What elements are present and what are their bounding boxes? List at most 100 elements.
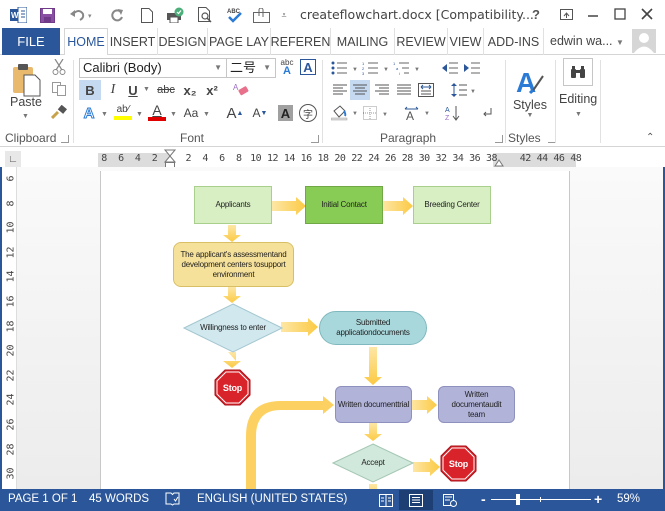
- new-document-icon[interactable]: [137, 5, 157, 25]
- paste-dropdown-icon[interactable]: ▼: [22, 113, 29, 120]
- styles-button[interactable]: A Styles ▼: [510, 58, 550, 126]
- shading-button[interactable]: ▼: [330, 103, 360, 123]
- avatar[interactable]: [632, 29, 656, 53]
- print-preview-icon[interactable]: [195, 5, 215, 25]
- font-name-combobox[interactable]: Calibri (Body) ▼: [79, 58, 227, 78]
- right-indent-marker[interactable]: [494, 157, 504, 167]
- find-button[interactable]: [563, 58, 593, 86]
- word-logo-icon[interactable]: W: [8, 5, 28, 25]
- distributed-button[interactable]: [416, 80, 436, 100]
- text-effects-box-button[interactable]: A: [300, 59, 316, 75]
- justify-button[interactable]: [394, 80, 414, 100]
- sort-button[interactable]: AZ: [443, 103, 463, 123]
- maximize-button[interactable]: [607, 3, 633, 25]
- tab-references[interactable]: REFEREN: [271, 28, 331, 55]
- redo-icon[interactable]: [107, 5, 127, 25]
- text-effects-dropdown-icon[interactable]: ▼: [101, 111, 108, 118]
- numbering-button[interactable]: 1 2 3 ▼: [361, 58, 391, 78]
- editing-label[interactable]: Editing: [559, 92, 597, 106]
- font-color-button[interactable]: A: [146, 101, 168, 123]
- proofing-icon[interactable]: [165, 492, 180, 509]
- node-submitted[interactable]: Submitted applicationdocuments: [319, 311, 427, 345]
- borders-button[interactable]: ▼: [362, 103, 392, 123]
- print-layout-button[interactable]: [399, 490, 433, 510]
- collapse-ribbon-icon[interactable]: ⌃: [646, 132, 654, 143]
- user-account[interactable]: edwin wa... ▼: [550, 34, 624, 48]
- tab-page-layout[interactable]: PAGE LAY: [208, 28, 271, 55]
- change-case-dropdown-icon[interactable]: ▼: [203, 111, 210, 118]
- text-direction-button[interactable]: A ▼: [403, 103, 433, 123]
- clear-formatting-button[interactable]: A: [231, 80, 251, 100]
- subscript-button[interactable]: x₂: [180, 80, 200, 100]
- vertical-ruler[interactable]: 6 8 10 12 14 16 18 20 22 24 26 28 30: [5, 167, 17, 489]
- zoom-in-button[interactable]: +: [594, 491, 602, 507]
- editing-dropdown-icon[interactable]: ▼: [575, 111, 582, 118]
- character-shading-button[interactable]: A: [278, 105, 293, 121]
- tab-mailings[interactable]: MAILING: [331, 28, 395, 55]
- attach-icon[interactable]: [252, 5, 272, 25]
- paste-button[interactable]: [9, 60, 45, 100]
- language[interactable]: ENGLISH (UNITED STATES): [197, 493, 347, 505]
- customize-qat-icon[interactable]: ⩡: [278, 5, 290, 25]
- ribbon-display-options-button[interactable]: [553, 3, 579, 25]
- zoom-slider-thumb[interactable]: [516, 494, 521, 505]
- tab-design[interactable]: DESIGN: [158, 28, 208, 55]
- tab-home[interactable]: HOME: [64, 28, 108, 56]
- decrease-indent-button[interactable]: [440, 58, 460, 78]
- node-initial-contact[interactable]: Initial Contact: [305, 186, 383, 224]
- node-written-trial[interactable]: Written documenttrial: [335, 386, 412, 423]
- zoom-out-button[interactable]: -: [481, 491, 486, 507]
- cut-button[interactable]: [50, 58, 68, 76]
- underline-button[interactable]: U: [124, 80, 142, 100]
- format-painter-button[interactable]: [50, 103, 68, 121]
- save-icon[interactable]: [37, 5, 57, 25]
- read-mode-button[interactable]: [369, 490, 403, 510]
- tab-file[interactable]: FILE: [2, 28, 60, 55]
- zoom-level[interactable]: 59%: [617, 493, 640, 505]
- superscript-button[interactable]: x²: [202, 80, 222, 100]
- document-area[interactable]: Applicants Initial Contact Breeding Cent…: [17, 167, 663, 501]
- copy-button[interactable]: [50, 80, 68, 98]
- node-stop-1[interactable]: Stop: [214, 369, 251, 406]
- underline-dropdown-icon[interactable]: ▼: [143, 86, 150, 93]
- align-center-button[interactable]: [350, 80, 370, 100]
- font-color-dropdown-icon[interactable]: ▼: [170, 111, 177, 118]
- node-written-audit[interactable]: Written documentaudit team: [438, 386, 515, 423]
- align-left-button[interactable]: [330, 80, 350, 100]
- help-button[interactable]: ?: [523, 3, 549, 25]
- highlight-color-button[interactable]: ab⁄: [112, 101, 134, 123]
- node-willingness[interactable]: Willingness to enter: [183, 303, 283, 353]
- bold-button[interactable]: B: [79, 80, 101, 100]
- page-count[interactable]: PAGE 1 OF 1: [8, 493, 77, 505]
- document-page[interactable]: Applicants Initial Contact Breeding Cent…: [100, 171, 570, 501]
- line-spacing-button[interactable]: ▼: [450, 80, 478, 100]
- increase-indent-button[interactable]: [462, 58, 482, 78]
- tab-selector[interactable]: ∟: [5, 151, 21, 167]
- clear-formatting-styles-button[interactable]: abc A: [279, 58, 295, 77]
- quick-print-icon[interactable]: [165, 5, 185, 25]
- clipboard-launcher[interactable]: [61, 135, 69, 143]
- tab-review[interactable]: REVIEW: [395, 28, 448, 55]
- align-right-button[interactable]: [372, 80, 392, 100]
- font-size-combobox[interactable]: 二号 ▼: [226, 58, 276, 78]
- bullets-button[interactable]: ▼: [330, 58, 360, 78]
- font-launcher[interactable]: [311, 135, 319, 143]
- multilevel-list-button[interactable]: 1 a i ▼: [392, 58, 422, 78]
- change-case-button[interactable]: Aa: [181, 103, 201, 123]
- tab-add-ins[interactable]: ADD-INS: [484, 28, 544, 55]
- italic-button[interactable]: I: [103, 80, 123, 100]
- node-applicants[interactable]: Applicants: [194, 186, 272, 224]
- grow-font-button[interactable]: A ▲: [225, 103, 245, 123]
- node-breeding-center[interactable]: Breeding Center: [413, 186, 491, 224]
- paragraph-launcher[interactable]: [495, 135, 503, 143]
- close-button[interactable]: [634, 3, 660, 25]
- node-assessment[interactable]: The applicant's assessmentand developmen…: [173, 242, 294, 287]
- strikethrough-button[interactable]: abc: [154, 80, 178, 100]
- show-formatting-marks-button[interactable]: [478, 103, 498, 123]
- shrink-font-button[interactable]: A ▼: [250, 103, 270, 123]
- minimize-button[interactable]: [580, 3, 606, 25]
- enclose-characters-button[interactable]: 字: [299, 104, 317, 122]
- tab-view[interactable]: VIEW: [448, 28, 484, 55]
- spelling-icon[interactable]: ABC: [224, 5, 244, 25]
- web-layout-button[interactable]: [433, 490, 467, 510]
